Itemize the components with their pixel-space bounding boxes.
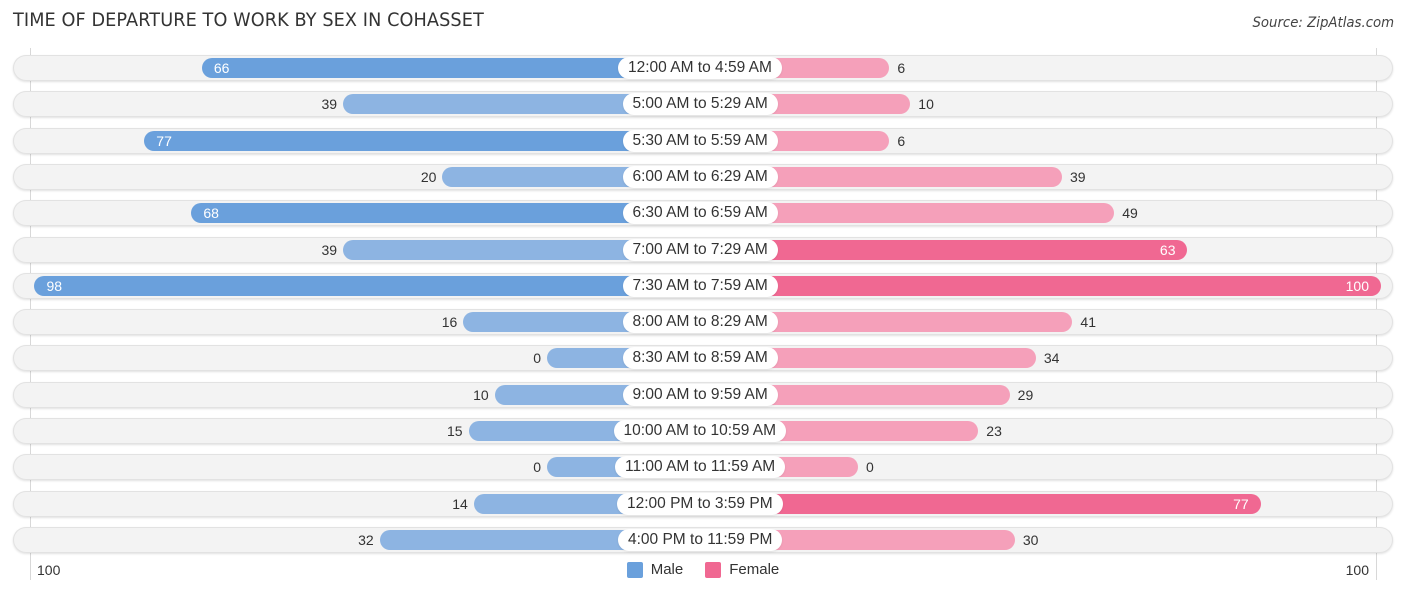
category-label: 6:00 AM to 6:29 AM (622, 165, 778, 188)
male-value-label: 77 (156, 132, 172, 149)
male-value-label: 14 (452, 495, 468, 512)
female-value-label: 0 (866, 459, 874, 476)
female-swatch-icon (705, 561, 722, 578)
chart-row: 32 30 4:00 PM to 11:59 PM (13, 526, 1393, 553)
legend: Male Female (0, 561, 1406, 578)
female-value-label: 100 (1345, 277, 1369, 294)
category-label: 12:00 AM to 4:59 AM (618, 57, 782, 79)
male-value-label: 0 (533, 350, 541, 367)
male-value-label: 10 (473, 386, 489, 403)
female-value-label: 39 (1069, 168, 1086, 185)
male-value-label: 32 (358, 531, 374, 548)
female-value-label: 29 (1017, 386, 1034, 403)
male-value-label: 20 (420, 168, 437, 185)
category-label: 9:00 AM to 9:59 AM (622, 383, 778, 406)
category-label: 5:30 AM to 5:59 AM (622, 129, 778, 152)
chart-row: 39 10 5:00 AM to 5:29 AM (13, 91, 1393, 118)
chart-row: 0 34 8:30 AM to 8:59 AM (13, 345, 1393, 372)
female-value-label: 6 (897, 132, 906, 149)
female-value-label: 30 (1022, 531, 1039, 548)
source-label: Source: ZipAtlas.com (1252, 15, 1394, 31)
chart-title: TIME OF DEPARTURE TO WORK BY SEX IN COHA… (13, 9, 484, 31)
category-label: 7:00 AM to 7:29 AM (622, 238, 778, 261)
legend-item-male[interactable]: Male (626, 561, 684, 578)
male-value-label: 68 (203, 205, 219, 222)
category-label: 10:00 AM to 10:59 AM (613, 420, 787, 442)
chart-row: 66 6 12:00 AM to 4:59 AM (13, 55, 1393, 81)
female-value-label: 77 (1233, 495, 1249, 512)
male-bar[interactable] (34, 275, 700, 296)
legend-label-female: Female (729, 561, 780, 578)
chart-row: 16 41 8:00 AM to 8:29 AM (13, 309, 1393, 336)
male-swatch-icon (626, 561, 643, 578)
chart-row: 20 39 6:00 AM to 6:29 AM (13, 163, 1393, 190)
female-value-label: 63 (1159, 241, 1176, 258)
female-bar[interactable] (700, 275, 1381, 296)
category-label: 8:00 AM to 8:29 AM (622, 311, 778, 334)
male-value-label: 16 (441, 314, 458, 331)
female-value-label: 49 (1122, 205, 1138, 222)
male-value-label: 0 (533, 459, 541, 476)
legend-label-male: Male (650, 561, 684, 578)
chart-row: 77 6 5:30 AM to 5:59 AM (13, 127, 1393, 154)
female-bar[interactable] (700, 493, 1261, 514)
chart-row: 10 29 9:00 AM to 9:59 AM (13, 381, 1393, 408)
male-value-label: 98 (46, 277, 63, 294)
category-label: 7:30 AM to 7:59 AM (622, 274, 778, 297)
male-value-label: 66 (213, 60, 230, 76)
male-value-label: 15 (446, 423, 463, 439)
category-label: 8:30 AM to 8:59 AM (622, 347, 778, 370)
chart-row: 39 63 7:00 AM to 7:29 AM (13, 236, 1393, 263)
chart-row: 15 23 10:00 AM to 10:59 AM (13, 418, 1393, 444)
chart-row: 98 100 7:30 AM to 7:59 AM (13, 272, 1393, 299)
male-bar[interactable] (144, 130, 700, 151)
female-value-label: 10 (918, 96, 934, 113)
female-value-label: 6 (897, 60, 906, 76)
category-label: 4:00 PM to 11:59 PM (618, 528, 783, 551)
chart-row: 0 0 11:00 AM to 11:59 AM (13, 454, 1393, 481)
category-label: 12:00 PM to 3:59 PM (617, 492, 783, 515)
legend-item-female[interactable]: Female (705, 561, 779, 578)
female-value-label: 34 (1043, 350, 1060, 367)
category-label: 5:00 AM to 5:29 AM (622, 93, 778, 116)
female-value-label: 23 (986, 423, 1002, 439)
female-value-label: 41 (1080, 314, 1096, 331)
chart-row: 68 49 6:30 AM to 6:59 AM (13, 200, 1393, 227)
chart-row: 14 77 12:00 PM to 3:59 PM (13, 490, 1393, 517)
male-value-label: 39 (321, 96, 338, 113)
category-label: 6:30 AM to 6:59 AM (622, 202, 778, 225)
category-label: 11:00 AM to 11:59 AM (615, 456, 786, 479)
male-value-label: 39 (321, 241, 338, 258)
